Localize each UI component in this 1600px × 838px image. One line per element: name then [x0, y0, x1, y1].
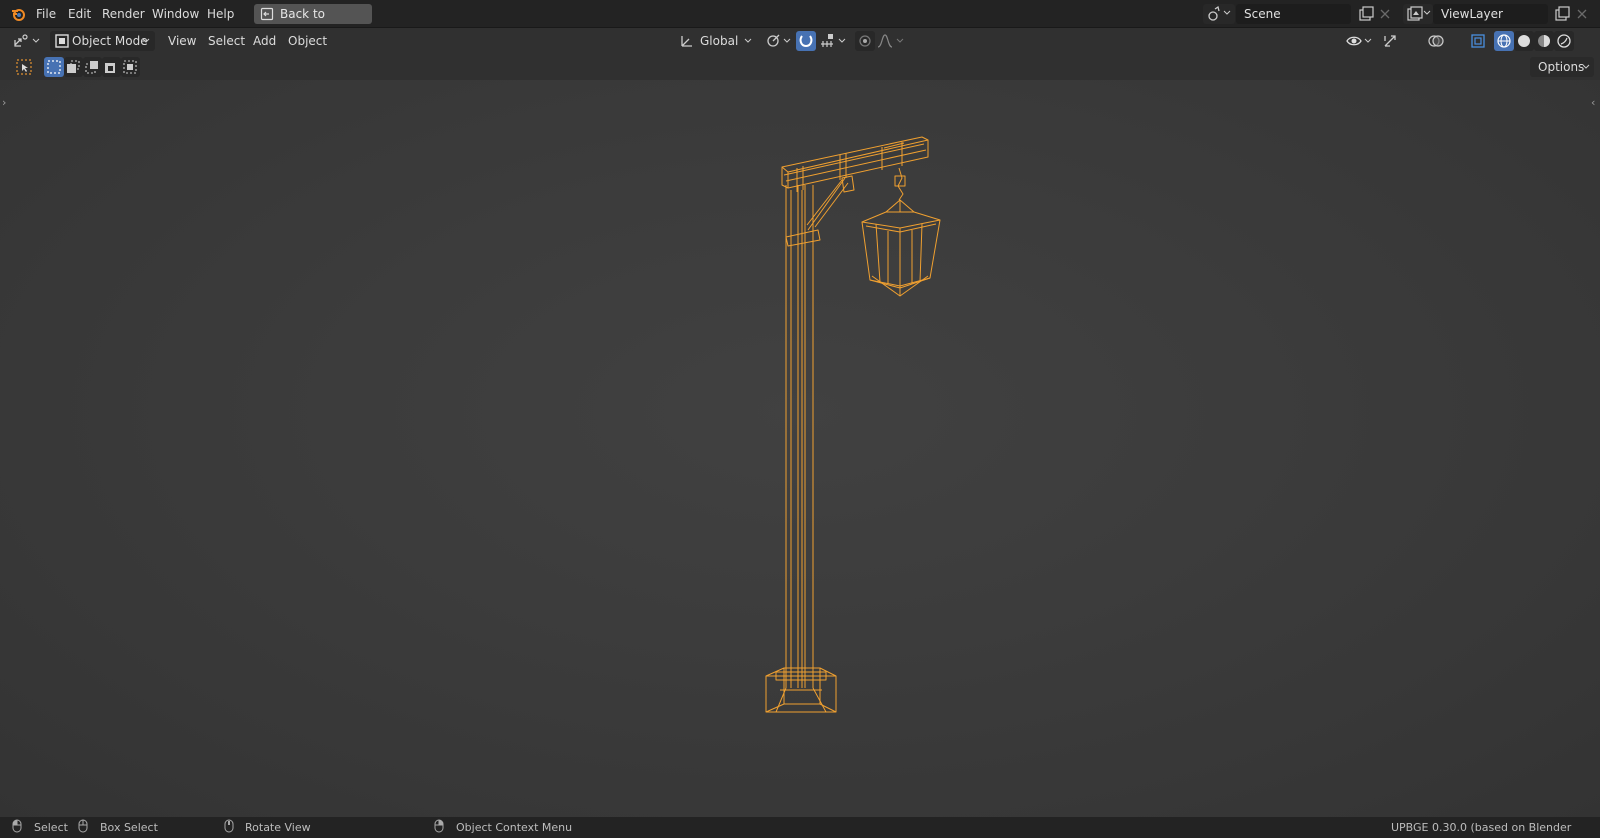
menu-add[interactable]: Add: [253, 33, 276, 49]
menu-select[interactable]: Select: [208, 33, 245, 49]
options-dropdown[interactable]: Options: [1530, 57, 1594, 77]
menu-render[interactable]: Render: [102, 6, 145, 22]
select-box-tool-icon: [16, 59, 32, 75]
sidebar-expand-icon[interactable]: ‹: [1591, 96, 1595, 109]
select-intersect-icon: [123, 60, 137, 74]
material-shading-icon: [1538, 35, 1550, 47]
chevron-down-icon: [142, 38, 150, 43]
object-mode-dropdown[interactable]: Object Mode: [50, 31, 155, 51]
status-select: Select: [34, 821, 68, 834]
gizmo-toggle[interactable]: [1380, 31, 1400, 51]
snap-icon: [799, 35, 813, 48]
menu-view[interactable]: View: [168, 33, 196, 49]
tool-settings-bar: Options: [0, 54, 1600, 80]
select-invert-icon: [105, 63, 115, 73]
rendered-shading-button[interactable]: [1554, 31, 1574, 51]
status-context-menu: Object Context Menu: [456, 821, 573, 834]
3d-viewport[interactable]: [0, 80, 1600, 817]
select-extend-icon: [67, 60, 80, 73]
editor-type-selector[interactable]: [10, 31, 42, 51]
menu-file[interactable]: File: [36, 6, 56, 22]
options-label: Options: [1538, 60, 1585, 74]
select-mode-subtract-button[interactable]: [83, 57, 102, 77]
transform-orientation-label: Global: [700, 34, 739, 48]
status-version: UPBGE 0.30.0 (based on Blender 3.0.0): [1391, 821, 1572, 838]
lamp-post-wireframe[interactable]: [0, 80, 1600, 817]
visibility-dropdown[interactable]: [1344, 31, 1374, 51]
rendered-shading-icon: [1557, 34, 1571, 48]
menu-help[interactable]: Help: [207, 6, 234, 22]
chevron-down-icon: [1423, 10, 1431, 15]
gizmo-icon: [1384, 35, 1396, 47]
chevron-down-icon: [1223, 10, 1231, 15]
select-subtract-icon: [85, 61, 98, 74]
chevron-down-icon: [1582, 64, 1590, 69]
scene-icon: [1208, 5, 1220, 21]
object-mode-label: Object Mode: [72, 34, 148, 48]
menu-edit[interactable]: Edit: [68, 6, 91, 22]
wireframe-shading-icon: [1497, 34, 1511, 48]
snap-toggle[interactable]: [796, 31, 816, 51]
visibility-icon: [1346, 36, 1362, 46]
chevron-down-icon: [783, 38, 791, 43]
select-mode-intersect-button[interactable]: [121, 57, 140, 77]
editor-type-icon: [14, 34, 28, 47]
select-mode-extend-button[interactable]: [64, 57, 83, 77]
chevron-down-icon: [1364, 38, 1372, 43]
viewlayer-name-field[interactable]: ViewLayer: [1433, 4, 1548, 24]
mouse-drag-icon: [78, 819, 88, 833]
orientation-icon: [681, 36, 692, 47]
blender-logo-icon[interactable]: [10, 6, 26, 22]
scene-selector[interactable]: [1203, 4, 1235, 24]
material-shading-button[interactable]: [1534, 31, 1554, 51]
close-icon[interactable]: [1573, 5, 1591, 23]
lamp-post-object: [765, 136, 941, 713]
new-scene-icon[interactable]: [1357, 5, 1375, 23]
select-mode-invert-button[interactable]: [102, 57, 121, 77]
overlay-toggle[interactable]: [1426, 31, 1446, 51]
chevron-down-icon: [32, 38, 40, 43]
pivot-point-dropdown[interactable]: [762, 31, 792, 51]
close-icon[interactable]: [1376, 5, 1394, 23]
mouse-left-icon: [12, 819, 22, 833]
status-bar: Select Box Select Rotate View Object Con…: [0, 817, 1600, 838]
overlay-icon: [1428, 35, 1444, 47]
mouse-right-icon: [434, 819, 444, 833]
pivot-icon: [767, 34, 780, 47]
snap-target-dropdown[interactable]: [818, 31, 848, 51]
menu-window[interactable]: Window: [152, 6, 199, 22]
proportional-edit-toggle[interactable]: [855, 31, 875, 51]
proportional-falloff-dropdown[interactable]: [876, 31, 906, 51]
falloff-curve-icon: [877, 34, 893, 48]
menu-object[interactable]: Object: [288, 33, 327, 49]
mouse-middle-icon: [224, 819, 234, 833]
proportional-icon: [859, 35, 871, 47]
xray-toggle[interactable]: [1468, 31, 1488, 51]
top-menu-bar: File Edit Render Window Help Back to Pre…: [0, 0, 1600, 41]
viewlayer-icon: [1407, 6, 1423, 21]
viewport-header: Object Mode View Select Add Object Globa…: [0, 28, 1600, 69]
solid-shading-icon: [1518, 35, 1530, 47]
toolbar-expand-icon[interactable]: ›: [2, 96, 6, 109]
wireframe-shading-button[interactable]: [1494, 31, 1514, 51]
active-tool-button[interactable]: [14, 57, 34, 77]
select-mode-new-button[interactable]: [44, 57, 64, 77]
chevron-down-icon: [744, 38, 752, 43]
chevron-down-icon: [896, 38, 904, 43]
transform-orientation-dropdown[interactable]: Global: [676, 31, 754, 51]
solid-shading-button[interactable]: [1514, 31, 1534, 51]
scene-name-field[interactable]: Scene: [1236, 4, 1351, 24]
new-viewlayer-icon[interactable]: [1553, 5, 1571, 23]
viewlayer-selector[interactable]: [1403, 4, 1433, 24]
back-to-previous-button[interactable]: Back to Previous: [254, 4, 372, 41]
snap-increment-icon: [821, 34, 833, 47]
object-mode-icon: [55, 34, 69, 48]
status-box-select: Box Select: [100, 821, 158, 834]
select-new-icon: [47, 60, 61, 74]
xray-icon: [1471, 34, 1485, 48]
chevron-down-icon: [838, 38, 846, 43]
status-rotate-view: Rotate View: [245, 821, 311, 834]
back-icon: [260, 7, 274, 21]
